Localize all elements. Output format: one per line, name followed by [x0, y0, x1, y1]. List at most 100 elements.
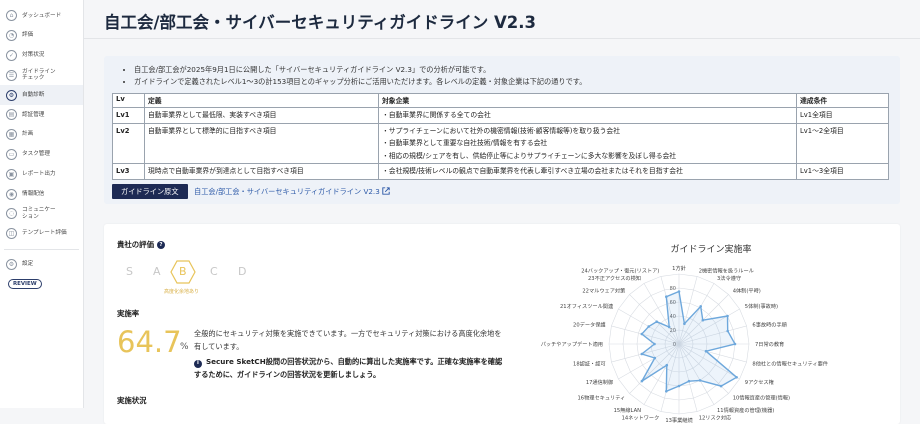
guideline-link[interactable]: 自工会/部工会・サイバーセキュリティガイドライン V2.3 [194, 187, 390, 197]
evaluation-icon: ◔ [6, 30, 17, 42]
sidebar-item[interactable]: ▣ レポート出力 [0, 164, 83, 184]
radar-category-label: 2機密情報を扱うルール [699, 267, 754, 275]
radar-point [647, 325, 650, 328]
radar-category-label: 9アクセス権 [745, 378, 774, 386]
column-header: Lv [112, 93, 145, 108]
implementation-rate-unit: % [180, 342, 189, 352]
sidebar-item[interactable]: ✓ 対策状況 [0, 46, 83, 66]
target-item: ・相応の規模/シェアを有し、供給停止等によりサプライチェーンに多大な影響を及ぼし… [382, 151, 677, 160]
radar-point [704, 349, 708, 353]
radar-category-label: 18認証・認可 [573, 360, 606, 368]
condition-cell: Lv1〜2全項目 [796, 122, 889, 165]
table-row: Lv1 自動車業界として最低限、実装すべき項目 ・自動車業界に関係する全ての会社 Lv… [112, 107, 889, 124]
review-badge[interactable]: REVIEW [8, 279, 42, 289]
sidebar-item[interactable]: ☰ ガイドライン チェック [0, 65, 83, 85]
level-definition-table: Lv 定義 対象企業 達成条件 Lv1 自動車業界として最低限、実装すべき項目 ・自… [112, 93, 889, 180]
radar-point [726, 314, 729, 318]
sidebar-item-label: レポート出力 [22, 171, 56, 178]
column-header: 定義 [144, 93, 379, 108]
radar-point [653, 342, 656, 346]
definition-cell: 自動車業界として標準的に目指すべき項目 [144, 122, 379, 165]
sidebar-item-settings[interactable]: ⚙ 設定 [0, 255, 83, 275]
radar-category-label: 22マルウェア対策 [582, 286, 626, 294]
grade-s: S [126, 265, 133, 278]
sidebar-item-label: 情報配信 [22, 190, 45, 197]
grade-c: C [210, 265, 218, 278]
evaluation-title-text: 貴社の評価 [117, 240, 154, 249]
sidebar-item-label: 設定 [22, 261, 34, 268]
calendar-icon: ▦ [6, 129, 17, 141]
condition-cell: Lv1全項目 [796, 107, 889, 124]
broadcast-icon: ◉ [6, 188, 17, 200]
radar-point [665, 295, 668, 298]
info-icon: i [194, 359, 202, 368]
level-cell: Lv3 [112, 163, 145, 180]
radar-category-label: 4体制(平時) [733, 286, 761, 294]
settings-gear-icon: ⚙ [6, 258, 17, 270]
implementation-status-title: 実施状況 [117, 396, 147, 405]
radar-point [733, 342, 737, 346]
radar-point [719, 384, 723, 388]
nav-list: ⌂ ダッシュボード ◔ 評価 ✓ 対策状況 ☰ ガイドライン チェック ⚙ 自動診断 ▤ 認証管理 ▦ 計… [0, 6, 83, 244]
radar-category-label: 11情報資産の管理(機器) [717, 406, 774, 414]
main-content: 自工会/部工会・サイバーセキュリティガイドライン V2.3 自工会/部工会が20… [84, 0, 920, 424]
sidebar-item[interactable]: ⌂ ダッシュボード [0, 6, 83, 26]
radar-point [735, 376, 738, 379]
radar-category-label: 21オフィスツール関連 [560, 302, 614, 310]
chat-icon: ◌ [6, 208, 17, 220]
radar-category-label: 16物理セキュリティ [578, 394, 626, 402]
radar-category-label: 12リスク対応 [699, 413, 732, 421]
evaluation-card: 貴社の評価? S A B C D 高度化余地あり 実施率 64.7 % 全般的に… [104, 224, 900, 424]
radar-category-label: 23不正アクセスの検知 [588, 274, 641, 282]
grade-caption: 高度化余地あり [164, 289, 200, 295]
radar-point [677, 384, 681, 388]
column-header: 達成条件 [796, 93, 889, 108]
radar-category-label: 24バックアップ・復元(リストア) [581, 267, 659, 275]
radar-category-label: 3法令遵守 [717, 274, 741, 282]
table-header-row: Lv 定義 対象企業 達成条件 [112, 93, 889, 108]
radar-point [683, 322, 686, 325]
help-icon[interactable]: ? [156, 241, 165, 249]
radar-category-label: 20データ保護 [573, 320, 606, 328]
radar-category-label: 19パッチやアップデート適用 [541, 340, 603, 348]
page-title: 自工会/部工会・サイバーセキュリティガイドライン V2.3 [104, 13, 536, 32]
grade-b-current: B [179, 265, 187, 278]
radar-category-label: 10情報資産の管理(情報) [733, 394, 790, 402]
radar-point [640, 332, 644, 336]
implementation-rate-title: 実施率 [117, 309, 140, 318]
sidebar-item-label: 認証管理 [22, 111, 45, 118]
definition-cell: 自動車業界として最低限、実装すべき項目 [144, 107, 379, 124]
radar-category-label: 6事故時の手順 [752, 320, 787, 328]
gear-icon: ⚙ [6, 89, 17, 101]
radar-point [640, 379, 644, 383]
sidebar-item-label: 自動診断 [22, 91, 45, 98]
sidebar-item[interactable]: ▭ タスク管理 [0, 145, 83, 165]
radar-category-label: 8他社との情報セキュリティ要件 [752, 360, 828, 368]
sidebar-item[interactable]: ◔ 評価 [0, 26, 83, 46]
rate-note-text: Secure SketCH設問の回答状況から、自動的に算出した実施率です。正確な… [194, 357, 503, 379]
level-cell: Lv2 [112, 122, 145, 165]
sidebar-item[interactable]: ▦ 計画 [0, 125, 83, 145]
target-item: ・会社規模/技術レベルの観点で自動車業界を代表し牽引すべき立場の会社またはそれを… [382, 167, 683, 176]
task-icon: ▭ [6, 148, 17, 160]
table-row: Lv2 自動車業界として標準的に目指すべき項目 ・サプライチェーンにおいて社外の機密… [112, 122, 889, 165]
grade-scale: S A B C D 高度化余地あり [126, 260, 256, 296]
target-item: ・自動車業界として重要な自社技術/情報を有する会社 [382, 139, 548, 148]
level-cell: Lv1 [112, 107, 145, 124]
sidebar-item[interactable]: ◫ テンプレート評価 [0, 224, 83, 244]
sidebar: ⌂ ダッシュボード ◔ 評価 ✓ 対策状況 ☰ ガイドライン チェック ⚙ 自動診断 ▤ 認証管理 ▦ 計… [0, 0, 84, 408]
info-bullet: ガイドラインで定義されたレベル1〜3の計153項目とのギャップ分析にご活用いただ… [134, 76, 586, 88]
sidebar-item[interactable]: ⚙ 自動診断 [0, 85, 83, 105]
column-header: 対象企業 [378, 93, 797, 108]
external-link-icon [380, 187, 390, 196]
evaluation-title: 貴社の評価? [117, 239, 165, 250]
sidebar-item-label: 評価 [22, 32, 34, 39]
sidebar-item[interactable]: ▤ 認証管理 [0, 105, 83, 125]
sidebar-item[interactable]: ◌ コミュニケー ション [0, 204, 83, 224]
target-item: ・自動車業界に関係する全ての会社 [382, 111, 491, 119]
sidebar-item[interactable]: ◉ 情報配信 [0, 184, 83, 204]
template-icon: ◫ [6, 228, 17, 240]
radar-category-label: 15無線LAN [614, 406, 642, 414]
guideline-original-button[interactable]: ガイドライン原文 [112, 184, 188, 199]
checklist-icon: ☰ [6, 69, 17, 81]
